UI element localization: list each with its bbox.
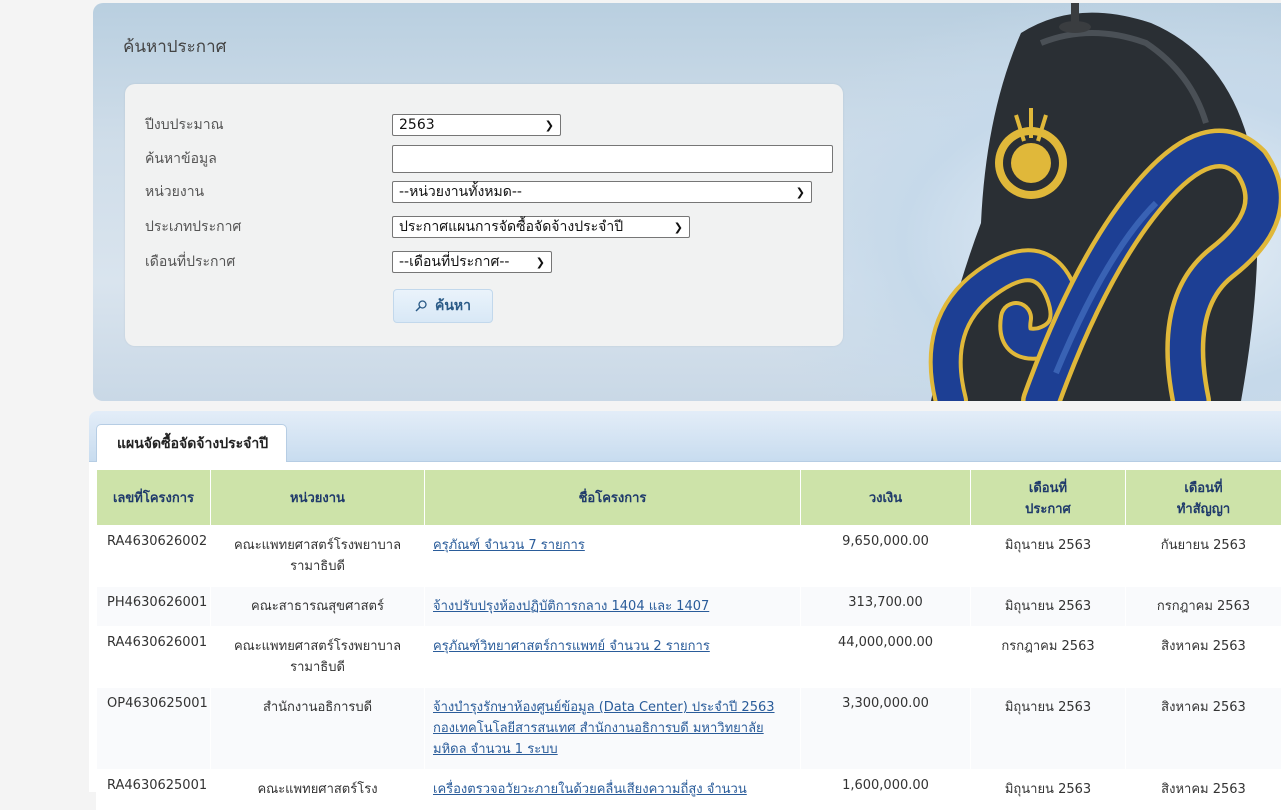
type-select-value: ประกาศแผนการจัดซื้อจัดจ้างประจำปี (399, 216, 623, 238)
cell-contract-month: สิงหาคม 2563 (1126, 770, 1281, 810)
year-select[interactable]: 2563 ❯ (392, 114, 561, 136)
cell-announce-month: มิถุนายน 2563 (971, 770, 1126, 810)
col-header-dept[interactable]: หน่วยงาน (211, 470, 425, 526)
cell-budget: 313,700.00 (801, 587, 971, 627)
cell-budget: 44,000,000.00 (801, 627, 971, 688)
cell-announce-month: มิถุนายน 2563 (971, 688, 1126, 770)
cell-budget: 1,600,000.00 (801, 770, 971, 810)
results-table: เลขที่โครงการ หน่วยงาน ชื่อโครงการ วงเงิ… (96, 469, 1281, 810)
month-select-value: --เดือนที่ประกาศ-- (399, 251, 509, 273)
search-banner: ค้นหาประกาศ ปีงบประมาณ 2563 ❯ ค้นหาข้อมู… (93, 3, 1281, 401)
search-title: ค้นหาประกาศ (123, 33, 226, 60)
chevron-down-icon: ❯ (545, 119, 554, 132)
cell-project-name: เครื่องตรวจอวัยวะภายในด้วยคลื่นเสียงความ… (425, 770, 801, 810)
project-link[interactable]: ครุภัณฑ์ จำนวน 7 รายการ (433, 538, 585, 553)
col-header-announce-month[interactable]: เดือนที่ ประกาศ (971, 470, 1126, 526)
col-header-budget[interactable]: วงเงิน (801, 470, 971, 526)
cell-department: คณะแพทยศาสตร์โรง (211, 770, 425, 810)
chevron-down-icon: ❯ (536, 256, 545, 269)
department-row: หน่วยงาน --หน่วยงานทั้งหมด-- ❯ (145, 180, 812, 204)
type-select[interactable]: ประกาศแผนการจัดซื้อจัดจ้างประจำปี ❯ (392, 216, 690, 238)
tab-annual-procurement-plan[interactable]: แผนจัดซื้อจัดจ้างประจำปี (96, 424, 287, 462)
year-select-value: 2563 (399, 117, 435, 133)
cell-announce-month: มิถุนายน 2563 (971, 587, 1126, 627)
cell-budget: 3,300,000.00 (801, 688, 971, 770)
keyword-input[interactable] (392, 145, 833, 173)
cell-announce-month: มิถุนายน 2563 (971, 526, 1126, 587)
cell-project-name: จ้างบำรุงรักษาห้องศูนย์ข้อมูล (Data Cent… (425, 688, 801, 770)
monument-image (891, 3, 1281, 401)
col-header-contract-line2: ทำสัญญา (1132, 498, 1275, 519)
page-gutter (0, 0, 93, 792)
project-link[interactable]: เครื่องตรวจอวัยวะภายในด้วยคลื่นเสียงความ… (433, 782, 747, 797)
col-header-announce-line2: ประกาศ (977, 498, 1119, 519)
table-row: RA4630626002 คณะแพทยศาสตร์โรงพยาบาลรามาธ… (97, 526, 1281, 587)
cell-department: คณะแพทยศาสตร์โรงพยาบาลรามาธิบดี (211, 627, 425, 688)
keyword-label: ค้นหาข้อมูล (145, 148, 392, 170)
cell-budget: 9,650,000.00 (801, 526, 971, 587)
department-label: หน่วยงาน (145, 181, 392, 203)
project-link[interactable]: จ้างปรับปรุงห้องปฏิบัติการกลาง 1404 และ … (433, 599, 709, 614)
table-header-row: เลขที่โครงการ หน่วยงาน ชื่อโครงการ วงเงิ… (97, 470, 1281, 526)
month-select[interactable]: --เดือนที่ประกาศ-- ❯ (392, 251, 552, 273)
search-button[interactable]: ค้นหา (393, 289, 493, 323)
tab-label: แผนจัดซื้อจัดจ้างประจำปี (117, 433, 268, 455)
cell-contract-month: กรกฎาคม 2563 (1126, 587, 1281, 627)
cell-project-id: RA4630625001 (97, 770, 211, 810)
tab-strip: แผนจัดซื้อจัดจ้างประจำปี (89, 411, 1281, 462)
cell-contract-month: สิงหาคม 2563 (1126, 627, 1281, 688)
table-row: OP4630625001 สำนักงานอธิการบดี จ้างบำรุง… (97, 688, 1281, 770)
search-icon (415, 300, 427, 312)
table-row: RA4630625001 คณะแพทยศาสตร์โรง เครื่องตรว… (97, 770, 1281, 810)
cell-contract-month: กันยายน 2563 (1126, 526, 1281, 587)
col-header-announce-line1: เดือนที่ (977, 477, 1119, 498)
search-button-label: ค้นหา (435, 295, 471, 317)
cell-department: สำนักงานอธิการบดี (211, 688, 425, 770)
year-label: ปีงบประมาณ (145, 114, 392, 136)
cell-department: คณะสาธารณสุขศาสตร์ (211, 587, 425, 627)
cell-project-id: OP4630625001 (97, 688, 211, 770)
results-panel: แผนจัดซื้อจัดจ้างประจำปี เลขที่โครงการ ห… (89, 411, 1281, 792)
type-row: ประเภทประกาศ ประกาศแผนการจัดซื้อจัดจ้างป… (145, 215, 690, 239)
cell-project-name: ครุภัณฑ์วิทยาศาสตร์การแพทย์ จำนวน 2 รายก… (425, 627, 801, 688)
col-header-name[interactable]: ชื่อโครงการ (425, 470, 801, 526)
cell-project-id: PH4630626001 (97, 587, 211, 627)
cell-project-id: RA4630626001 (97, 627, 211, 688)
cell-project-name: ครุภัณฑ์ จำนวน 7 รายการ (425, 526, 801, 587)
type-label: ประเภทประกาศ (145, 216, 392, 238)
cell-contract-month: สิงหาคม 2563 (1126, 688, 1281, 770)
month-row: เดือนที่ประกาศ --เดือนที่ประกาศ-- ❯ (145, 250, 552, 274)
col-header-contract-line1: เดือนที่ (1132, 477, 1275, 498)
keyword-row: ค้นหาข้อมูล (145, 147, 833, 171)
table-row: RA4630626001 คณะแพทยศาสตร์โรงพยาบาลรามาธ… (97, 627, 1281, 688)
col-header-id[interactable]: เลขที่โครงการ (97, 470, 211, 526)
cell-announce-month: กรกฎาคม 2563 (971, 627, 1126, 688)
department-select-value: --หน่วยงานทั้งหมด-- (399, 181, 522, 203)
project-link[interactable]: จ้างบำรุงรักษาห้องศูนย์ข้อมูล (Data Cent… (433, 700, 775, 757)
chevron-down-icon: ❯ (674, 221, 683, 234)
department-select[interactable]: --หน่วยงานทั้งหมด-- ❯ (392, 181, 812, 203)
year-row: ปีงบประมาณ 2563 ❯ (145, 113, 561, 137)
chevron-down-icon: ❯ (796, 186, 805, 199)
cell-project-name: จ้างปรับปรุงห้องปฏิบัติการกลาง 1404 และ … (425, 587, 801, 627)
month-label: เดือนที่ประกาศ (145, 251, 392, 273)
cell-department: คณะแพทยศาสตร์โรงพยาบาลรามาธิบดี (211, 526, 425, 587)
col-header-contract-month[interactable]: เดือนที่ ทำสัญญา (1126, 470, 1281, 526)
cell-project-id: RA4630626002 (97, 526, 211, 587)
table-row: PH4630626001 คณะสาธารณสุขศาสตร์ จ้างปรับ… (97, 587, 1281, 627)
project-link[interactable]: ครุภัณฑ์วิทยาศาสตร์การแพทย์ จำนวน 2 รายก… (433, 639, 710, 654)
search-form: ปีงบประมาณ 2563 ❯ ค้นหาข้อมูล หน่วยงาน -… (125, 84, 843, 346)
